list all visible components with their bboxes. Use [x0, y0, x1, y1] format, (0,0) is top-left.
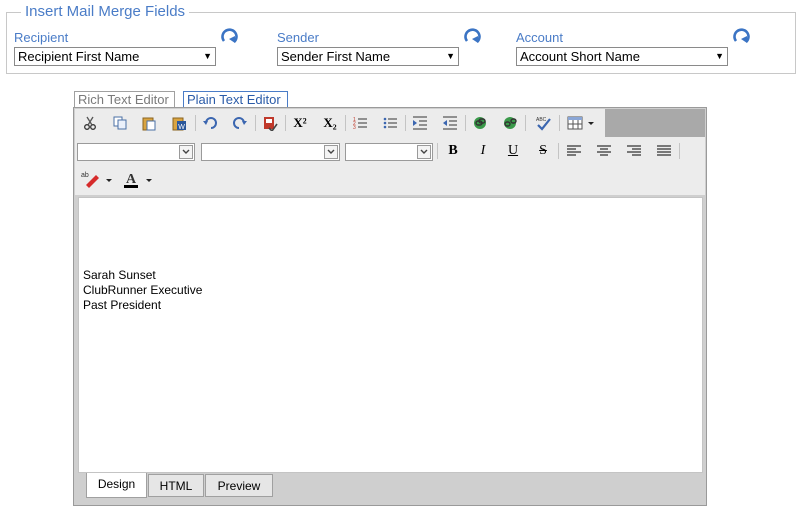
toolbar-separator: [679, 143, 680, 159]
insert-table-icon[interactable]: [565, 112, 599, 134]
sender-select-value: Sender First Name: [281, 49, 391, 64]
mail-merge-legend: Insert Mail Merge Fields: [21, 4, 190, 20]
signature-block: Sarah Sunset ClubRunner Executive Past P…: [83, 268, 202, 313]
paragraph-format-select[interactable]: [345, 143, 433, 161]
chevron-down-icon: ▼: [446, 51, 455, 61]
copy-icon[interactable]: [109, 112, 131, 134]
signature-line: ClubRunner Executive: [83, 283, 203, 297]
toolbar-separator: [437, 143, 438, 159]
recipient-label: Recipient: [14, 30, 69, 45]
indent-icon[interactable]: [409, 112, 431, 134]
toolbar-separator: [558, 143, 559, 159]
insert-link-icon[interactable]: [469, 112, 491, 134]
editor-content-area[interactable]: Sarah Sunset ClubRunner Executive Past P…: [78, 197, 703, 473]
toolbar-separator: [405, 115, 406, 131]
spellcheck-icon[interactable]: [259, 112, 281, 134]
align-left-icon[interactable]: [563, 140, 585, 162]
sender-label: Sender: [277, 30, 319, 45]
account-select-value: Account Short Name: [520, 49, 640, 64]
recipient-select-value: Recipient First Name: [18, 49, 140, 64]
chevron-down-icon: [179, 145, 193, 159]
align-right-icon[interactable]: [623, 140, 645, 162]
plain-text-editor-tab[interactable]: Plain Text Editor: [183, 91, 288, 107]
insert-account-field-icon[interactable]: [732, 27, 752, 47]
remove-link-icon[interactable]: [499, 112, 521, 134]
underline-button[interactable]: U: [502, 140, 524, 162]
tab-design[interactable]: Design: [86, 473, 147, 498]
outdent-icon[interactable]: [439, 112, 461, 134]
recipient-select[interactable]: Recipient First Name ▼: [14, 47, 216, 66]
tab-html[interactable]: HTML: [148, 474, 204, 497]
svg-text:ABC: ABC: [536, 117, 547, 123]
ordered-list-icon[interactable]: 123: [349, 112, 371, 134]
highlight-color-icon[interactable]: ab: [79, 168, 113, 190]
font-color-label: A: [126, 172, 137, 187]
toolbar-separator: [525, 115, 526, 131]
paste-icon[interactable]: [138, 112, 160, 134]
font-color-icon[interactable]: A: [119, 168, 153, 190]
superscript-icon[interactable]: X²: [289, 112, 311, 134]
align-justify-icon[interactable]: [653, 140, 675, 162]
chevron-down-icon: ▼: [203, 51, 212, 61]
strikethrough-button[interactable]: S: [532, 140, 554, 162]
font-family-select[interactable]: [77, 143, 195, 161]
mail-merge-fieldset: Insert Mail Merge Fields Recipient Recip…: [6, 4, 796, 74]
signature-line: Sarah Sunset: [83, 268, 156, 282]
toolbar-row-1: W X² X₂ 123 ABC: [75, 109, 605, 138]
insert-sender-field-icon[interactable]: [463, 27, 483, 47]
rich-text-editor-tab[interactable]: Rich Text Editor: [74, 91, 175, 107]
chevron-down-icon: [417, 145, 431, 159]
rich-text-editor: W X² X₂ 123 ABC B I U S ab A Sarah Sunse…: [73, 107, 707, 506]
recipient-field: Recipient Recipient First Name ▼: [14, 31, 216, 66]
editor-view-tabs: Design HTML Preview: [74, 473, 706, 505]
sender-field: Sender Sender First Name ▼: [277, 31, 459, 66]
sender-select[interactable]: Sender First Name ▼: [277, 47, 459, 66]
account-field: Account Account Short Name ▼: [516, 31, 728, 66]
toolbar-separator: [559, 115, 560, 131]
align-center-icon[interactable]: [593, 140, 615, 162]
tab-preview[interactable]: Preview: [205, 474, 273, 497]
bold-button[interactable]: B: [442, 140, 464, 162]
chevron-down-icon: [324, 145, 338, 159]
unordered-list-icon[interactable]: [379, 112, 401, 134]
signature-line: Past President: [83, 298, 162, 312]
font-size-select[interactable]: [201, 143, 340, 161]
subscript-icon[interactable]: X₂: [319, 112, 341, 134]
chevron-down-icon: ▼: [715, 51, 724, 61]
toolbar-separator: [195, 115, 196, 131]
redo-icon[interactable]: [229, 112, 251, 134]
toolbar-separator: [465, 115, 466, 131]
undo-icon[interactable]: [199, 112, 221, 134]
paste-from-word-icon[interactable]: W: [168, 112, 190, 134]
cut-icon[interactable]: [79, 112, 101, 134]
svg-text:3: 3: [353, 125, 356, 131]
italic-button[interactable]: I: [472, 140, 494, 162]
account-label: Account: [516, 30, 563, 45]
toolbar-separator: [345, 115, 346, 131]
highlight-label: ab: [81, 172, 89, 179]
toolbar-row-2: B I U S ab A: [75, 137, 705, 195]
spelling-check-abc-icon[interactable]: ABC: [532, 112, 554, 134]
account-select[interactable]: Account Short Name ▼: [516, 47, 728, 66]
insert-recipient-field-icon[interactable]: [220, 27, 240, 47]
toolbar-separator: [285, 115, 286, 131]
toolbar-separator: [255, 115, 256, 131]
svg-text:W: W: [178, 124, 185, 131]
toolbar-filler: [605, 109, 705, 137]
